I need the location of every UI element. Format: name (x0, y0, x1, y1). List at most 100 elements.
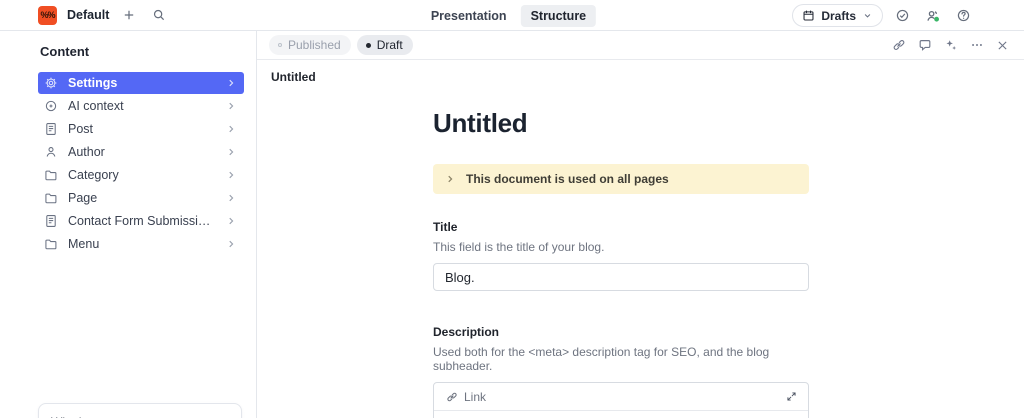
document-panel: Published Draft Untitled Untitled This d… (257, 31, 1024, 418)
link-icon (446, 391, 458, 403)
presence-button[interactable] (922, 5, 944, 27)
check-circle-icon (895, 8, 910, 23)
sparkles-icon (944, 38, 958, 52)
sidebar-item-label: Settings (68, 76, 118, 90)
insert-link-label: Link (464, 389, 487, 404)
document-icon (44, 214, 58, 228)
close-panel-button[interactable] (993, 36, 1012, 55)
panel-actions (889, 35, 1012, 55)
more-menu-button[interactable] (967, 35, 987, 55)
topbar: %% Default Presentation Structure Drafts (0, 0, 1024, 31)
rich-text-content[interactable]: A statically generated blog example usin… (434, 411, 808, 418)
published-chip-label: Published (288, 38, 341, 52)
description-field-group: Description Used both for the <meta> des… (433, 325, 809, 418)
sidebar-list: Settings AI context Post Author Category… (38, 72, 244, 255)
chevron-right-icon (226, 124, 236, 134)
copy-link-button[interactable] (889, 35, 909, 55)
tab-presentation[interactable]: Presentation (421, 5, 517, 27)
whats-new-card[interactable]: What's new (38, 403, 242, 418)
sidebar-item-settings[interactable]: Settings (38, 72, 244, 94)
search-icon (152, 8, 166, 22)
document-panel-header: Published Draft (257, 31, 1024, 60)
sidebar-item-label: Page (68, 191, 98, 205)
workspace-name[interactable]: Default (67, 8, 109, 22)
folder-icon (44, 191, 58, 205)
tab-structure[interactable]: Structure (520, 4, 597, 27)
new-document-button[interactable] (119, 5, 139, 25)
published-chip[interactable]: Published (269, 35, 351, 55)
chevron-right-icon (226, 193, 236, 203)
more-icon (970, 38, 984, 52)
chevron-right-icon (226, 101, 236, 111)
chevron-right-icon (226, 239, 236, 249)
tasks-button[interactable] (892, 5, 913, 26)
document-form: Untitled This document is used on all pa… (433, 108, 809, 418)
title-field-label: Title (433, 220, 458, 234)
chevron-right-icon (226, 78, 236, 88)
usage-banner[interactable]: This document is used on all pages (433, 164, 809, 194)
usage-banner-text: This document is used on all pages (466, 172, 669, 186)
sidebar-item-category[interactable]: Category (38, 164, 244, 186)
rich-text-editor: Link A statically generated blog example… (433, 382, 809, 418)
document-icon (44, 122, 58, 136)
drafts-label: Drafts (821, 8, 856, 23)
workspace-logo-glyph: %% (40, 10, 55, 20)
version-chips: Published Draft (269, 35, 413, 55)
content-sidebar: Content Settings AI context Post Author … (0, 31, 257, 418)
topbar-right: Drafts (792, 0, 974, 31)
chevron-right-icon (226, 170, 236, 180)
description-field-description: Used both for the <meta> description tag… (433, 345, 770, 373)
published-dot-icon (278, 43, 282, 47)
sidebar-item-label: Category (68, 168, 119, 182)
plus-icon (122, 8, 136, 22)
comments-button[interactable] (915, 35, 935, 55)
sidebar-item-label: Menu (68, 237, 100, 251)
gear-icon (44, 76, 58, 90)
chevron-right-icon (226, 147, 236, 157)
chevron-right-icon (226, 216, 236, 226)
expand-editor-button[interactable] (784, 389, 799, 404)
topbar-left: %% Default (0, 5, 169, 25)
folder-icon (44, 237, 58, 251)
close-icon (996, 39, 1009, 52)
releases-drafts-button[interactable]: Drafts (792, 4, 883, 27)
sidebar-item-label: Contact Form Submissions (68, 214, 216, 228)
workspace-logo[interactable]: %% (38, 5, 57, 25)
calendar-icon (802, 9, 815, 22)
draft-chip-label: Draft (376, 38, 403, 52)
search-button[interactable] (149, 5, 169, 25)
expand-icon (786, 391, 797, 402)
sidebar-item-contact-form-submissions[interactable]: Contact Form Submissions (38, 210, 244, 232)
document-title: Untitled (433, 108, 528, 138)
insert-link-button[interactable]: Link (443, 388, 489, 406)
pane-title: Content (40, 44, 90, 59)
sparkle-circle-icon (44, 99, 58, 113)
sidebar-item-author[interactable]: Author (38, 141, 244, 163)
user-icon (44, 145, 58, 159)
description-field-label: Description (433, 325, 500, 339)
sidebar-item-label: Post (68, 122, 94, 136)
sidebar-item-label: AI context (68, 99, 124, 113)
help-icon (956, 8, 971, 23)
users-icon (925, 8, 941, 24)
sidebar-item-label: Author (68, 145, 105, 159)
title-input[interactable] (433, 263, 809, 291)
title-field-description: This field is the title of your blog. (433, 240, 605, 254)
chevron-right-icon (445, 174, 455, 184)
editor-toolbar: Link (434, 383, 808, 411)
sidebar-item-ai-context[interactable]: AI context (38, 95, 244, 117)
folder-icon (44, 168, 58, 182)
comment-icon (918, 38, 932, 52)
title-field-group: Title This field is the title of your bl… (433, 220, 809, 291)
draft-chip[interactable]: Draft (356, 35, 413, 55)
sanity-studio-app: %% Default Presentation Structure Drafts… (0, 0, 1024, 418)
sidebar-item-post[interactable]: Post (38, 118, 244, 140)
ai-assist-button[interactable] (941, 35, 961, 55)
sidebar-item-menu[interactable]: Menu (38, 233, 244, 255)
chevron-down-icon (862, 10, 873, 21)
tool-tabs: Presentation Structure (421, 0, 597, 31)
sidebar-item-page[interactable]: Page (38, 187, 244, 209)
help-button[interactable] (953, 5, 974, 26)
document-breadcrumb[interactable]: Untitled (257, 60, 1024, 84)
draft-dot-icon (365, 42, 371, 48)
